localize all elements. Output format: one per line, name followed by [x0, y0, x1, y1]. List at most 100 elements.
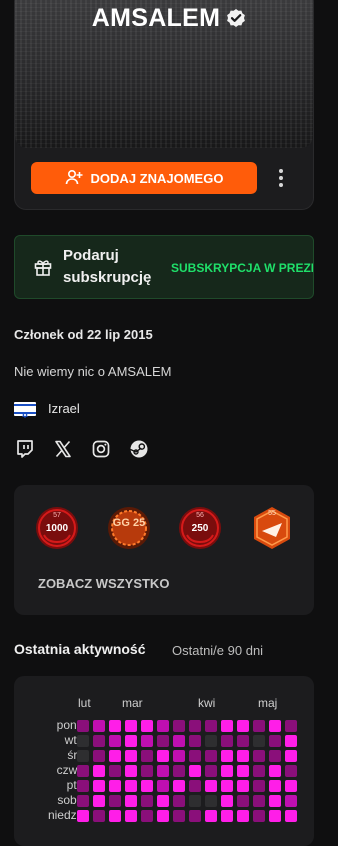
- activity-cell[interactable]: [93, 735, 105, 747]
- activity-cell[interactable]: [109, 810, 121, 822]
- activity-cell[interactable]: [173, 720, 185, 732]
- activity-cell[interactable]: [93, 810, 105, 822]
- activity-cell[interactable]: [269, 720, 281, 732]
- activity-cell[interactable]: [125, 765, 137, 777]
- activity-cell[interactable]: [285, 720, 297, 732]
- activity-cell[interactable]: [237, 795, 249, 807]
- badge-250[interactable]: 56 250: [177, 505, 223, 551]
- activity-cell[interactable]: [189, 810, 201, 822]
- activity-cell[interactable]: [221, 765, 233, 777]
- activity-cell[interactable]: [269, 750, 281, 762]
- activity-cell[interactable]: [189, 720, 201, 732]
- see-all-badges-link[interactable]: ZOBACZ WSZYSTKO: [38, 576, 169, 591]
- activity-cell[interactable]: [77, 780, 89, 792]
- activity-cell[interactable]: [269, 810, 281, 822]
- activity-cell[interactable]: [125, 810, 137, 822]
- activity-cell[interactable]: [253, 810, 265, 822]
- activity-cell[interactable]: [109, 780, 121, 792]
- activity-cell[interactable]: [141, 810, 153, 822]
- activity-cell[interactable]: [253, 780, 265, 792]
- activity-cell[interactable]: [285, 765, 297, 777]
- activity-cell[interactable]: [173, 780, 185, 792]
- activity-cell[interactable]: [125, 780, 137, 792]
- activity-cell[interactable]: [189, 750, 201, 762]
- activity-cell[interactable]: [157, 780, 169, 792]
- activity-cell[interactable]: [93, 780, 105, 792]
- activity-cell[interactable]: [205, 735, 217, 747]
- activity-cell[interactable]: [173, 810, 185, 822]
- activity-cell[interactable]: [237, 735, 249, 747]
- activity-cell[interactable]: [141, 795, 153, 807]
- x-icon[interactable]: [52, 438, 74, 460]
- activity-cell[interactable]: [253, 795, 265, 807]
- activity-cell[interactable]: [125, 720, 137, 732]
- badge-gg[interactable]: GG 25: [106, 505, 152, 551]
- activity-cell[interactable]: [109, 720, 121, 732]
- activity-cell[interactable]: [205, 780, 217, 792]
- activity-cell[interactable]: [141, 765, 153, 777]
- activity-cell[interactable]: [189, 735, 201, 747]
- activity-cell[interactable]: [109, 795, 121, 807]
- activity-cell[interactable]: [205, 720, 217, 732]
- activity-cell[interactable]: [77, 765, 89, 777]
- activity-cell[interactable]: [77, 795, 89, 807]
- activity-cell[interactable]: [237, 750, 249, 762]
- activity-cell[interactable]: [253, 750, 265, 762]
- activity-cell[interactable]: [77, 720, 89, 732]
- activity-cell[interactable]: [285, 810, 297, 822]
- activity-cell[interactable]: [173, 750, 185, 762]
- activity-cell[interactable]: [157, 720, 169, 732]
- activity-cell[interactable]: [173, 735, 185, 747]
- activity-cell[interactable]: [205, 795, 217, 807]
- activity-cell[interactable]: [253, 765, 265, 777]
- activity-cell[interactable]: [157, 735, 169, 747]
- activity-cell[interactable]: [77, 735, 89, 747]
- activity-cell[interactable]: [157, 750, 169, 762]
- activity-cell[interactable]: [141, 750, 153, 762]
- more-options-button[interactable]: [272, 166, 290, 190]
- activity-cell[interactable]: [237, 720, 249, 732]
- activity-cell[interactable]: [189, 765, 201, 777]
- activity-cell[interactable]: [221, 735, 233, 747]
- activity-cell[interactable]: [237, 765, 249, 777]
- activity-cell[interactable]: [125, 735, 137, 747]
- activity-cell[interactable]: [93, 750, 105, 762]
- activity-cell[interactable]: [77, 750, 89, 762]
- activity-cell[interactable]: [269, 735, 281, 747]
- activity-cell[interactable]: [285, 750, 297, 762]
- activity-cell[interactable]: [253, 720, 265, 732]
- instagram-icon[interactable]: [90, 438, 112, 460]
- activity-cell[interactable]: [237, 780, 249, 792]
- activity-cell[interactable]: [221, 750, 233, 762]
- activity-cell[interactable]: [269, 795, 281, 807]
- activity-cell[interactable]: [205, 810, 217, 822]
- activity-cell[interactable]: [285, 735, 297, 747]
- activity-cell[interactable]: [237, 810, 249, 822]
- activity-cell[interactable]: [141, 780, 153, 792]
- activity-cell[interactable]: [109, 750, 121, 762]
- badge-1000[interactable]: 57 1000: [34, 505, 80, 551]
- activity-cell[interactable]: [285, 795, 297, 807]
- activity-cell[interactable]: [173, 795, 185, 807]
- activity-cell[interactable]: [125, 750, 137, 762]
- gift-subscription-banner[interactable]: Podaruj subskrupcję SUBSKRYPCJA W PREZEN…: [14, 235, 314, 299]
- gift-subscription-link[interactable]: SUBSKRYPCJA W PREZENCIE: [171, 261, 313, 275]
- activity-cell[interactable]: [269, 765, 281, 777]
- activity-cell[interactable]: [173, 765, 185, 777]
- activity-cell[interactable]: [221, 810, 233, 822]
- activity-cell[interactable]: [269, 780, 281, 792]
- badge-55[interactable]: 55: [249, 505, 295, 551]
- activity-cell[interactable]: [221, 720, 233, 732]
- activity-cell[interactable]: [109, 765, 121, 777]
- activity-cell[interactable]: [125, 795, 137, 807]
- activity-cell[interactable]: [93, 765, 105, 777]
- activity-cell[interactable]: [205, 765, 217, 777]
- activity-cell[interactable]: [205, 750, 217, 762]
- activity-cell[interactable]: [93, 720, 105, 732]
- activity-cell[interactable]: [141, 735, 153, 747]
- activity-cell[interactable]: [157, 795, 169, 807]
- activity-cell[interactable]: [157, 810, 169, 822]
- activity-cell[interactable]: [141, 720, 153, 732]
- activity-cell[interactable]: [221, 780, 233, 792]
- activity-cell[interactable]: [189, 780, 201, 792]
